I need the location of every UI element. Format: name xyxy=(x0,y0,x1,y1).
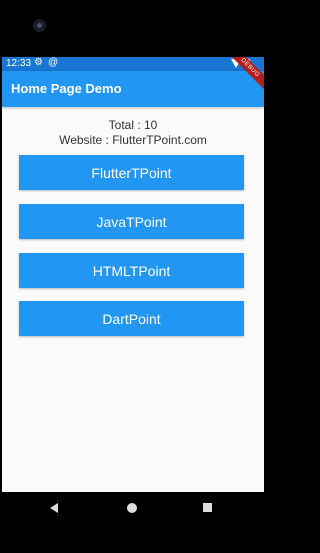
status-bar: 12:33 ⚙ @ xyxy=(2,57,264,71)
dart-point-button[interactable]: DartPoint xyxy=(19,301,244,336)
status-time: 12:33 xyxy=(6,58,32,69)
total-text: Total : 10 xyxy=(108,118,158,132)
gear-icon: ⚙ xyxy=(34,57,43,68)
website-text: Website : FlutterTPoint.com xyxy=(59,133,207,147)
front-camera-icon xyxy=(33,19,46,32)
home-icon[interactable] xyxy=(127,503,137,513)
system-nav-bar xyxy=(0,492,268,553)
app-bar: Home Page Demo xyxy=(2,71,264,107)
at-icon: @ xyxy=(48,57,59,68)
phone-bezel-top xyxy=(0,0,268,57)
flutter-tpoint-button[interactable]: FlutterTPoint xyxy=(19,155,244,190)
page-title: Home Page Demo xyxy=(11,81,122,96)
html-tpoint-button[interactable]: HTMLTPoint xyxy=(19,253,244,288)
app-screen: 12:33 ⚙ @ Home Page Demo DEBUG Total : 1… xyxy=(2,57,264,492)
info-block: Total : 10 Website : FlutterTPoint.com xyxy=(2,118,264,148)
java-tpoint-button[interactable]: JavaTPoint xyxy=(19,204,244,239)
recents-icon[interactable] xyxy=(203,503,212,512)
back-icon[interactable] xyxy=(50,503,58,513)
